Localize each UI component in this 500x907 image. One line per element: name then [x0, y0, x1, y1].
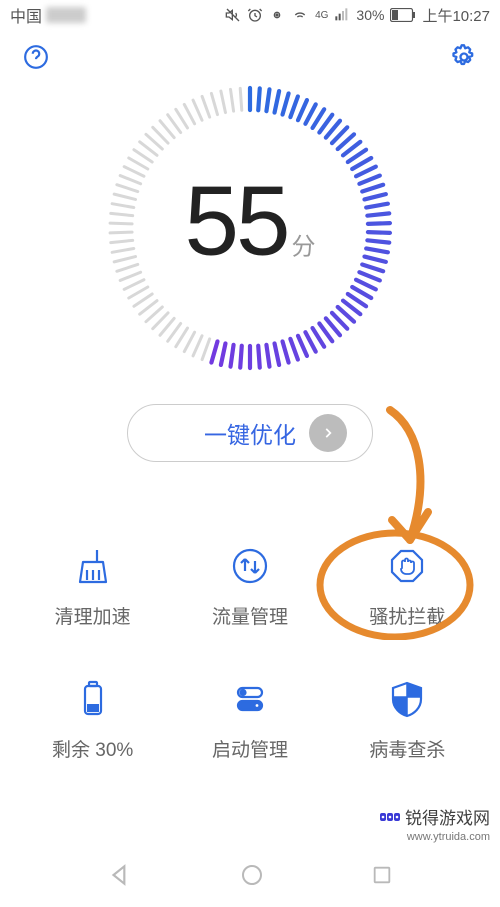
feature-virus[interactable]: 病毒查杀: [329, 677, 486, 762]
feature-harassment[interactable]: 骚扰拦截: [329, 544, 486, 629]
score-section: 55 分 一键优化: [0, 78, 500, 462]
status-bar-right: 4G 30% 上午10:27: [225, 5, 490, 26]
watermark-logo-icon: [379, 808, 401, 826]
android-nav-bar: [0, 847, 500, 907]
feature-label: 流量管理: [212, 602, 288, 629]
top-bar: [0, 30, 500, 84]
score-gauge[interactable]: 55 分: [100, 78, 400, 378]
battery-percent: 30%: [356, 7, 384, 23]
feature-label: 骚扰拦截: [369, 602, 445, 629]
settings-button[interactable]: [450, 43, 478, 71]
nav-recent-button[interactable]: [371, 864, 393, 891]
block-icon: [385, 544, 429, 588]
feature-label: 启动管理: [212, 735, 288, 762]
optimize-button-label: 一键优化: [204, 416, 296, 450]
feature-label: 清理加速: [55, 602, 131, 629]
clock: 上午10:27: [422, 5, 490, 26]
nav-back-button[interactable]: [107, 862, 133, 893]
score-unit: 分: [292, 227, 316, 262]
score-label: 55 分: [184, 165, 315, 278]
status-bar: 中国 4G 30% 上午10:27: [0, 0, 500, 30]
score-value: 55: [184, 165, 287, 278]
battery-icon: [390, 8, 416, 22]
alarm-icon: [247, 7, 263, 23]
eye-comfort-icon: [269, 7, 285, 23]
wifi-icon: [291, 7, 309, 23]
carrier-extra-blurred: [46, 7, 86, 23]
optimize-row: 一键优化: [127, 404, 373, 462]
phone-manager-screen: 中国 4G 30% 上午10:27 55 分: [0, 0, 500, 907]
nav-home-button[interactable]: [240, 863, 264, 892]
feature-battery[interactable]: 剩余 30%: [14, 677, 171, 762]
mute-icon: [225, 7, 241, 23]
watermark-url: www.ytruida.com: [407, 831, 490, 843]
help-button[interactable]: [22, 43, 50, 71]
shield-icon: [385, 677, 429, 721]
feature-grid: 清理加速 流量管理 骚扰拦截 剩余 30% 启动管理: [0, 544, 500, 762]
feature-label: 病毒查杀: [369, 735, 445, 762]
carrier-label: 中国: [10, 3, 42, 27]
chevron-right-icon: [321, 426, 335, 440]
status-bar-left: 中国: [10, 3, 86, 27]
battery-icon: [71, 677, 115, 721]
watermark-text: 锐得游戏网: [405, 804, 490, 829]
feature-label: 剩余 30%: [52, 735, 133, 762]
broom-icon: [71, 544, 115, 588]
network-label: 4G: [315, 10, 328, 21]
feature-startup[interactable]: 启动管理: [171, 677, 328, 762]
watermark: 锐得游戏网 www.ytruida.com: [379, 804, 490, 843]
feature-data-usage[interactable]: 流量管理: [171, 544, 328, 629]
more-button[interactable]: [309, 414, 347, 452]
feature-cleanup[interactable]: 清理加速: [14, 544, 171, 629]
toggle-icon: [228, 677, 272, 721]
signal-icon: [334, 7, 350, 23]
data-icon: [228, 544, 272, 588]
